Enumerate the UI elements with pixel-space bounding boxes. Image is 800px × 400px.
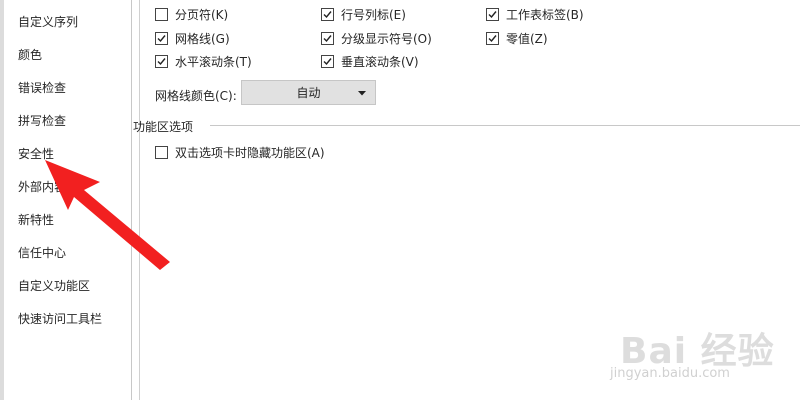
annotation-arrow-icon xyxy=(45,160,170,270)
options-dialog: 自定义序列 颜色 错误检查 拼写检查 安全性 外部内容 新特性 信任中心 自定义… xyxy=(0,0,800,400)
